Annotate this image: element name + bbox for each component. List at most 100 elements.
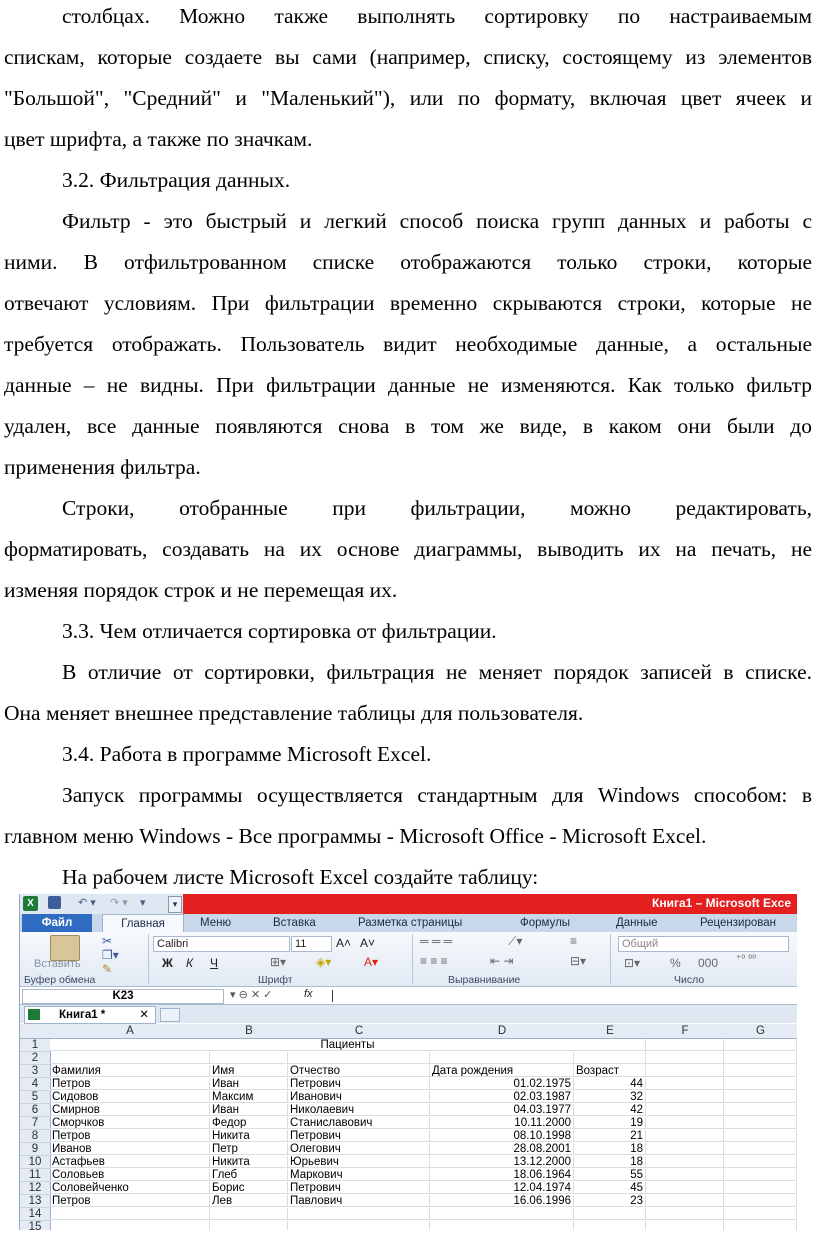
cell[interactable] — [646, 1039, 724, 1051]
cell[interactable] — [724, 1078, 797, 1090]
row-header[interactable]: 8 — [20, 1130, 51, 1143]
cell[interactable]: Максим — [210, 1091, 288, 1103]
tab-menu[interactable]: Меню — [200, 914, 231, 932]
cell[interactable] — [724, 1091, 797, 1103]
cell[interactable] — [724, 1195, 797, 1207]
cell[interactable]: 21 — [574, 1130, 646, 1142]
cell[interactable] — [430, 1221, 574, 1230]
column-header-a[interactable]: A — [50, 1024, 211, 1039]
row-header[interactable]: 14 — [20, 1208, 51, 1221]
cell[interactable] — [646, 1156, 724, 1168]
cell[interactable]: Петр — [210, 1143, 288, 1155]
cell[interactable]: Отчество — [288, 1065, 430, 1077]
row-header[interactable]: 5 — [20, 1091, 51, 1104]
row-header[interactable]: 12 — [20, 1182, 51, 1195]
row-header[interactable]: 9 — [20, 1143, 51, 1156]
cell[interactable]: Маркович — [288, 1169, 430, 1181]
cell[interactable] — [646, 1130, 724, 1142]
cell[interactable]: 45 — [574, 1182, 646, 1194]
cell[interactable] — [288, 1208, 430, 1220]
cell[interactable]: 10.11.2000 — [430, 1117, 574, 1129]
cell[interactable]: 16.06.1996 — [430, 1195, 574, 1207]
cell[interactable] — [646, 1104, 724, 1116]
cell[interactable]: Петров — [50, 1130, 210, 1142]
cell[interactable] — [724, 1208, 797, 1220]
row-header[interactable]: 1 — [20, 1039, 51, 1052]
cell[interactable]: Иван — [210, 1104, 288, 1116]
font-name-select[interactable]: Calibri — [153, 936, 290, 952]
cell[interactable] — [210, 1221, 288, 1230]
font-color-icon[interactable]: A▾ — [364, 955, 378, 969]
percent-button[interactable]: % — [670, 956, 681, 970]
row-header[interactable]: 11 — [20, 1169, 51, 1182]
bold-button[interactable]: Ж — [162, 956, 173, 970]
indent-icon[interactable]: ⇤ ⇥ — [490, 954, 513, 968]
column-header-g[interactable]: G — [724, 1024, 797, 1039]
cell[interactable]: 13.12.2000 — [430, 1156, 574, 1168]
tab-review[interactable]: Рецензирован — [700, 914, 776, 932]
redo-icon[interactable]: ↷ ▾ — [110, 896, 128, 911]
cell[interactable]: Астафьев — [50, 1156, 210, 1168]
cell[interactable]: 19 — [574, 1117, 646, 1129]
cell[interactable]: Петрович — [288, 1130, 430, 1142]
cell[interactable]: Федор — [210, 1117, 288, 1129]
cell[interactable] — [210, 1052, 288, 1064]
cell[interactable]: Петров — [50, 1078, 210, 1090]
overflow-icon[interactable]: ▾ — [168, 896, 182, 913]
fill-color-icon[interactable]: ◈▾ — [316, 955, 331, 969]
align-top-icon[interactable]: ═ ═ ═ — [420, 934, 452, 948]
cell[interactable]: Олегович — [288, 1143, 430, 1155]
cell[interactable]: Дата рождения — [430, 1065, 574, 1077]
cell[interactable]: Смирнов — [50, 1104, 210, 1116]
row-header[interactable]: 15 — [20, 1221, 51, 1230]
cell[interactable]: Иванов — [50, 1143, 210, 1155]
cell[interactable]: 28.08.2001 — [430, 1143, 574, 1155]
cell[interactable]: Николаевич — [288, 1104, 430, 1116]
cell[interactable] — [724, 1169, 797, 1181]
number-format-select[interactable]: Общий — [618, 936, 789, 952]
cell[interactable]: Глеб — [210, 1169, 288, 1181]
cell[interactable]: 04.03.1977 — [430, 1104, 574, 1116]
cell[interactable] — [50, 1208, 210, 1220]
cell[interactable] — [646, 1065, 724, 1077]
cell[interactable] — [646, 1221, 724, 1230]
excel-app-icon[interactable]: X — [23, 896, 38, 911]
cell[interactable]: Возраст — [574, 1065, 646, 1077]
tab-formulas[interactable]: Формулы — [520, 914, 570, 932]
cell[interactable] — [724, 1130, 797, 1142]
orientation-icon[interactable]: ⟋▾ — [508, 934, 522, 949]
cell[interactable]: Соловьев — [50, 1169, 210, 1181]
cell[interactable] — [646, 1169, 724, 1181]
cell[interactable]: Лев — [210, 1195, 288, 1207]
cell[interactable] — [724, 1182, 797, 1194]
row-header[interactable]: 4 — [20, 1078, 51, 1091]
align-left-icon[interactable]: ≡ ≡ ≡ — [420, 954, 448, 968]
close-icon[interactable]: ✕ — [139, 1007, 149, 1023]
shrink-font-button[interactable]: A˅ — [360, 936, 375, 950]
cell[interactable]: 18.06.1964 — [430, 1169, 574, 1181]
cell[interactable] — [724, 1052, 797, 1064]
tab-file[interactable]: Файл — [22, 914, 92, 932]
cell[interactable] — [724, 1117, 797, 1129]
customize-toolbar-icon[interactable]: ▾ — [140, 896, 146, 911]
insert-function-icon[interactable]: fx — [304, 988, 313, 1000]
cell[interactable]: Сидовов — [50, 1091, 210, 1103]
italic-button[interactable]: К — [186, 956, 193, 970]
cell[interactable] — [646, 1117, 724, 1129]
cell[interactable] — [646, 1208, 724, 1220]
cell[interactable]: Никита — [210, 1156, 288, 1168]
tab-page-layout[interactable]: Разметка страницы — [358, 914, 462, 932]
format-painter-icon[interactable]: ✎ — [102, 962, 112, 976]
cell[interactable] — [288, 1221, 430, 1230]
column-header-b[interactable]: B — [210, 1024, 289, 1039]
new-workbook-icon[interactable] — [160, 1008, 180, 1022]
cell[interactable]: 44 — [574, 1078, 646, 1090]
cell[interactable] — [724, 1156, 797, 1168]
cell[interactable]: Имя — [210, 1065, 288, 1077]
font-size-select[interactable]: 11 — [291, 936, 332, 952]
cell[interactable]: Соловейченко — [50, 1182, 210, 1194]
cell[interactable] — [574, 1052, 646, 1064]
row-header[interactable]: 10 — [20, 1156, 51, 1169]
cell[interactable]: 32 — [574, 1091, 646, 1103]
cell[interactable] — [724, 1039, 797, 1051]
